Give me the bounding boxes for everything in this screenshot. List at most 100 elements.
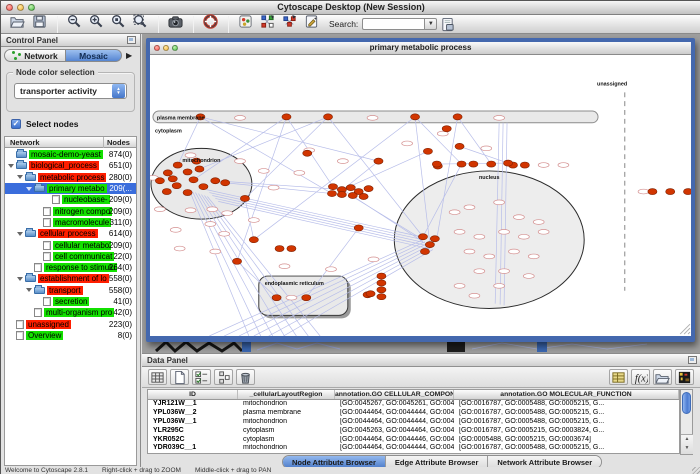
network-node[interactable] [457, 161, 466, 167]
zoom-out-icon[interactable] [64, 14, 84, 30]
new-document-icon[interactable] [170, 369, 189, 385]
expand-arrow-icon[interactable] [26, 187, 32, 191]
network-edge[interactable] [458, 117, 492, 164]
network-node[interactable] [377, 294, 386, 300]
table-column-header[interactable]: _cellularLayoutRegion [238, 390, 335, 399]
table-row[interactable]: YKR052Ccytoplasm[GO:0044464, GO:0044446,… [148, 436, 679, 445]
network-edge[interactable] [206, 190, 421, 237]
network-node[interactable] [359, 193, 368, 199]
node-color-combobox[interactable]: transporter activity ▲▼ [14, 83, 127, 99]
tree-row[interactable]: cellular metabo209(0) [5, 239, 136, 250]
network-node[interactable] [302, 295, 311, 301]
network-node[interactable] [377, 273, 386, 279]
network-edge[interactable] [328, 117, 423, 237]
network-node[interactable] [346, 185, 355, 191]
save-session-icon[interactable] [29, 14, 49, 30]
expand-arrow-icon[interactable] [26, 288, 32, 292]
network-node[interactable] [364, 186, 373, 192]
network-node[interactable] [377, 280, 386, 286]
network-view-titlebar[interactable]: primary metabolic process [150, 42, 691, 55]
network-node[interactable] [173, 162, 182, 168]
network-node[interactable] [282, 114, 291, 120]
open-attributes-icon[interactable] [653, 369, 672, 385]
tree-row[interactable]: secretion41(0) [5, 296, 136, 307]
network-node[interactable] [232, 258, 241, 264]
tree-row[interactable]: biological_process651(0) [5, 160, 136, 171]
network-node[interactable] [354, 225, 363, 231]
network-node[interactable] [162, 189, 171, 195]
network-node[interactable] [377, 287, 386, 293]
network-edge[interactable] [212, 196, 425, 243]
network-node[interactable] [418, 234, 427, 240]
network-edge[interactable] [415, 117, 461, 164]
network-node[interactable] [221, 180, 230, 186]
search-dropdown-button[interactable]: ▼ [424, 18, 437, 30]
function-builder-icon[interactable]: f(x) [631, 369, 650, 385]
network-node[interactable] [425, 242, 434, 248]
network-node[interactable] [337, 191, 346, 197]
annotation-icon[interactable] [301, 14, 321, 30]
network-node[interactable] [211, 178, 220, 184]
network-node[interactable] [272, 295, 281, 301]
tree-row[interactable]: nitrogen compo209(0) [5, 205, 136, 216]
resize-grip[interactable] [692, 467, 700, 474]
zoom-fit-icon[interactable] [130, 14, 150, 30]
zoom-in-icon[interactable] [86, 14, 106, 30]
matrix-icon[interactable] [675, 369, 694, 385]
network-edge[interactable] [198, 194, 284, 336]
table-icon[interactable] [148, 369, 167, 385]
table-row[interactable]: YPL036W__1mitochondrion[GO:0044464, GO:0… [148, 418, 679, 427]
tree-row[interactable]: nucleobase-209(0) [5, 194, 136, 205]
snapshot-icon[interactable] [165, 14, 185, 30]
expand-arrow-icon[interactable] [17, 277, 23, 281]
network-node[interactable] [666, 189, 675, 195]
table-row[interactable]: YPL036W__2plasma membrane[GO:0044464, GO… [148, 409, 679, 418]
network-node[interactable] [520, 162, 529, 168]
network-node[interactable] [275, 246, 284, 252]
tab-mosaic[interactable]: Mosaic [66, 49, 122, 62]
network-node[interactable] [503, 160, 512, 166]
attribute-layout-icon[interactable] [214, 369, 233, 385]
zoom-selected-icon[interactable] [108, 14, 128, 30]
network-edge[interactable] [215, 198, 427, 245]
tab-network[interactable]: Network [4, 49, 66, 62]
tree-row[interactable]: multi-organism pro42(0) [5, 307, 136, 318]
select-nodes-checkbox[interactable]: ✓ [11, 119, 21, 129]
tree-row[interactable]: transport558(0) [5, 285, 136, 296]
network-node[interactable] [172, 183, 181, 189]
vizmapper-icon[interactable] [235, 14, 255, 30]
edit-network-icon[interactable] [257, 14, 277, 30]
network-node[interactable] [163, 170, 172, 176]
tree-row[interactable]: response to stimulu264(0) [5, 262, 136, 273]
float-panel-icon[interactable] [127, 36, 136, 44]
network-node[interactable] [240, 195, 249, 201]
network-edge[interactable] [224, 242, 425, 336]
network-node[interactable] [183, 169, 192, 175]
network-node[interactable] [155, 178, 164, 184]
expand-arrow-icon[interactable] [8, 164, 14, 168]
tree-row[interactable]: establishment of lo558(0) [5, 273, 136, 284]
tree-row[interactable]: Overview8(0) [5, 330, 136, 341]
expand-arrow-icon[interactable] [17, 232, 23, 236]
table-column-header[interactable]: annotation.GO CELLULAR_COMPONENT [335, 390, 454, 399]
table-row[interactable]: YDR039C__1mitochondrion[GO:0044464, GO:0… [148, 444, 679, 453]
network-node[interactable] [168, 176, 177, 182]
network-node[interactable] [423, 148, 432, 154]
select-attributes-icon[interactable] [192, 369, 211, 385]
import-attributes-icon[interactable] [437, 16, 457, 32]
network-node[interactable] [455, 143, 464, 149]
network-node[interactable] [287, 246, 296, 252]
tab-overflow-arrow[interactable]: ▶ [126, 51, 132, 60]
delete-icon[interactable] [236, 369, 255, 385]
table-row[interactable]: YLR295Ccytoplasm[GO:0045263, GO:0044464,… [148, 427, 679, 436]
scrollbar-thumb[interactable] [682, 392, 691, 414]
scrollbar-arrows[interactable]: ▲▼ [681, 434, 693, 454]
network-node[interactable] [303, 150, 312, 156]
network-node[interactable] [327, 190, 336, 196]
network-node[interactable] [348, 192, 357, 198]
network-edge[interactable] [343, 151, 428, 189]
table-row[interactable]: YJR121W__1mitochondrion[GO:0045267, GO:0… [148, 400, 679, 409]
network-node[interactable] [469, 161, 478, 167]
search-input[interactable] [362, 18, 424, 30]
network-edge[interactable] [207, 196, 320, 336]
